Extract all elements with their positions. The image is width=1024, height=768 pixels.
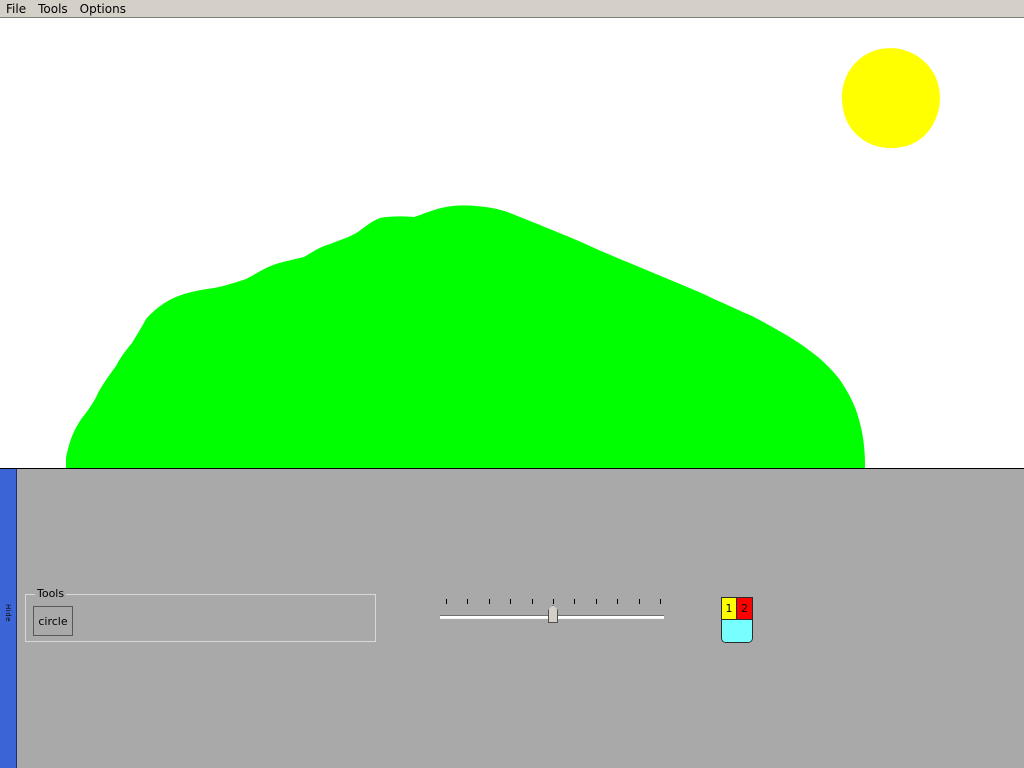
menu-bar: File Tools Options bbox=[0, 0, 1024, 18]
control-panel: Hide Tools circle 1 2 bbox=[0, 468, 1024, 768]
slider-tick bbox=[660, 599, 661, 604]
hide-label: Hide bbox=[4, 603, 12, 622]
slider-tick bbox=[638, 599, 640, 604]
tools-group: Tools circle bbox=[25, 587, 376, 642]
secondary-color-slot[interactable]: 2 bbox=[737, 598, 752, 620]
tools-legend: Tools bbox=[35, 587, 67, 601]
palette-swatch[interactable] bbox=[722, 620, 752, 642]
slider-thumb[interactable] bbox=[548, 605, 558, 623]
menu-tools[interactable]: Tools bbox=[32, 0, 74, 18]
slider-tick bbox=[446, 599, 447, 604]
slider-tick bbox=[510, 599, 512, 604]
slider-tick bbox=[467, 599, 469, 604]
circle-tool-button[interactable]: circle bbox=[33, 606, 73, 636]
brush-size-slider[interactable] bbox=[438, 596, 666, 630]
slider-tick bbox=[595, 599, 597, 604]
slider-tick bbox=[531, 599, 533, 604]
hide-panel-toggle[interactable]: Hide bbox=[0, 469, 17, 768]
slider-tick bbox=[617, 599, 619, 604]
sun-shape bbox=[837, 43, 945, 153]
slider-tick bbox=[488, 599, 490, 604]
slider-tick bbox=[553, 599, 554, 604]
palette-slots: 1 2 bbox=[722, 598, 752, 620]
drawing-canvas[interactable] bbox=[0, 18, 1024, 468]
slider-tick bbox=[574, 599, 576, 604]
menu-options[interactable]: Options bbox=[74, 0, 132, 18]
color-palette[interactable]: 1 2 bbox=[721, 597, 753, 643]
primary-color-slot[interactable]: 1 bbox=[722, 598, 737, 620]
menu-file[interactable]: File bbox=[0, 0, 32, 18]
